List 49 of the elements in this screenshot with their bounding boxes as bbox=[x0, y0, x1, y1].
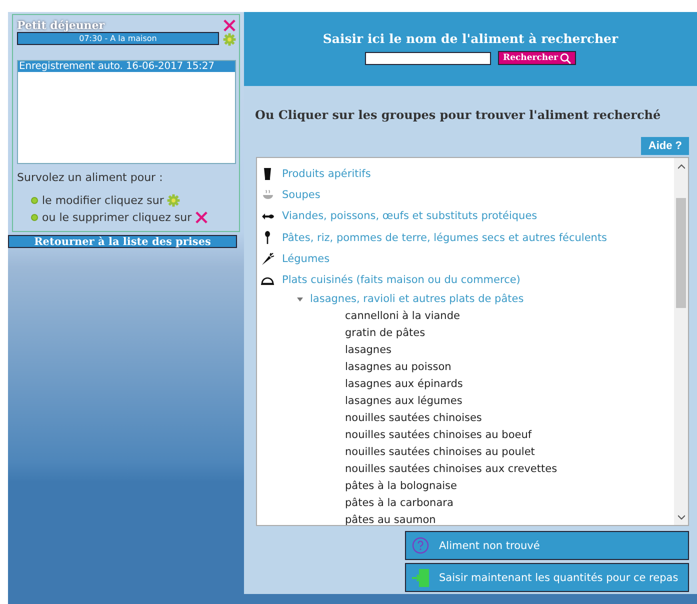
glass-icon bbox=[263, 168, 272, 180]
hint-text: ou le supprimer cliquez sur bbox=[42, 211, 192, 224]
cloche-icon bbox=[261, 276, 274, 285]
meal-time[interactable]: 07:30 - A la maison bbox=[17, 32, 219, 45]
group-item[interactable]: Pâtes, riz, pommes de terre, légumes secs et autres féculents bbox=[282, 232, 608, 244]
back-button[interactable]: Retourner à la liste des prises bbox=[8, 235, 237, 248]
enter-quantities-button[interactable]: Saisir maintenant les quantités pour ce repas bbox=[405, 563, 689, 592]
not-found-button[interactable]: Aliment non trouvé bbox=[405, 531, 689, 560]
record-header[interactable]: Enregistrement auto. 16-06-2017 15:27 bbox=[18, 61, 235, 72]
scroll-up-icon[interactable] bbox=[678, 164, 684, 168]
bullet-icon bbox=[31, 197, 38, 204]
search-button[interactable]: Rechercher bbox=[498, 51, 576, 65]
carrot-icon bbox=[262, 252, 274, 265]
food-item[interactable]: nouilles sautées chinoises aux crevettes bbox=[345, 463, 558, 476]
bowl-icon bbox=[262, 190, 272, 200]
question-icon bbox=[412, 537, 429, 554]
search-icon bbox=[560, 52, 571, 64]
meal-title: Petit déjeuner bbox=[17, 19, 106, 32]
scrollbar[interactable] bbox=[674, 158, 688, 525]
group-item[interactable]: Soupes bbox=[282, 188, 320, 201]
food-item[interactable]: lasagnes aux légumes bbox=[345, 395, 462, 408]
food-item[interactable]: pâtes à la carbonara bbox=[345, 497, 454, 510]
food-item[interactable]: gratin de pâtes bbox=[345, 327, 426, 340]
group-item[interactable]: Viandes, poissons, œufs et substituts protéiques bbox=[282, 210, 538, 222]
bullet-icon bbox=[31, 214, 38, 221]
door-icon bbox=[412, 568, 429, 586]
groups-heading: Ou Cliquer sur les groupes pour trouver l'aliment recherché bbox=[255, 108, 662, 122]
food-item[interactable]: lasagnes aux épinards bbox=[345, 378, 463, 390]
close-icon[interactable] bbox=[223, 19, 236, 32]
expand-arrow-icon[interactable] bbox=[297, 296, 304, 303]
food-item[interactable]: nouilles sautées chinoises au poulet bbox=[345, 446, 535, 458]
food-item[interactable]: nouilles sautées chinoises au boeuf bbox=[345, 429, 532, 442]
search-title: Saisir ici le nom de l'aliment à rechercher bbox=[322, 31, 618, 46]
food-item[interactable]: nouilles sautées chinoises bbox=[345, 412, 482, 424]
scrollbar-thumb[interactable] bbox=[676, 198, 686, 308]
group-item[interactable]: Plats cuisinés (faits maison ou du commerce) bbox=[282, 274, 520, 286]
group-item[interactable]: Légumes bbox=[282, 252, 330, 265]
group-item[interactable]: Produits apéritifs bbox=[282, 168, 371, 180]
search-field[interactable] bbox=[365, 52, 492, 64]
food-item[interactable]: lasagnes au poisson bbox=[345, 361, 452, 374]
food-item[interactable]: pâtes à la bolognaise bbox=[345, 480, 457, 492]
help-button[interactable]: Aide ? bbox=[641, 137, 689, 155]
close-icon[interactable] bbox=[194, 211, 208, 224]
group-item[interactable]: lasagnes, ravioli et autres plats de pâtes bbox=[310, 293, 524, 306]
hint-text: le modifier cliquez sur bbox=[42, 194, 164, 207]
food-item[interactable]: cannelloni à la viande bbox=[345, 310, 460, 322]
food-item[interactable]: lasagnes bbox=[345, 344, 392, 356]
scroll-down-icon[interactable] bbox=[678, 514, 684, 520]
hint-intro: Survolez un aliment pour : bbox=[17, 171, 164, 184]
